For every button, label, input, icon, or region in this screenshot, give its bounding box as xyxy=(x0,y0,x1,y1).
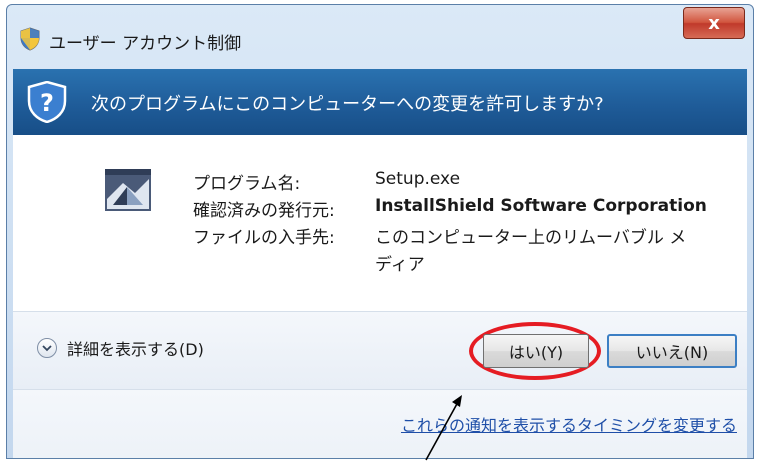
program-icon xyxy=(105,169,151,211)
program-name-label: プログラム名: xyxy=(193,174,301,194)
yes-button[interactable]: はい(Y) xyxy=(483,334,589,368)
chevron-down-icon xyxy=(37,338,57,358)
action-bar: 詳細を表示する(D) はい(Y) いいえ(N) xyxy=(13,311,747,390)
help-shield-icon: ? xyxy=(27,81,67,123)
close-icon: x xyxy=(708,12,720,34)
close-button[interactable]: x xyxy=(683,7,745,39)
program-name-value: Setup.exe xyxy=(375,169,461,189)
no-button[interactable]: いいえ(N) xyxy=(607,334,737,368)
shield-icon xyxy=(20,27,40,51)
svg-text:?: ? xyxy=(40,89,54,117)
publisher-label: 確認済みの発行元: xyxy=(193,201,335,221)
program-info: プログラム名: Setup.exe 確認済みの発行元: InstallShiel… xyxy=(13,135,747,311)
question-text: 次のプログラムにこのコンピューターへの変更を許可しますか? xyxy=(91,94,604,115)
notification-settings-link[interactable]: これらの通知を表示するタイミングを変更する xyxy=(401,412,737,436)
footer: これらの通知を表示するタイミングを変更する xyxy=(13,389,747,458)
window-title: ユーザー アカウント制御 xyxy=(49,34,242,54)
origin-label: ファイルの入手先: xyxy=(193,228,335,248)
uac-dialog: ユーザー アカウント制御 x ? 次のプログラムにこのコンピューターへの変更を許… xyxy=(6,4,754,459)
publisher-value: InstallShield Software Corporation xyxy=(375,196,707,216)
title-bar: ユーザー アカウント制御 x xyxy=(7,5,753,69)
question-banner: ? 次のプログラムにこのコンピューターへの変更を許可しますか? xyxy=(13,69,747,135)
origin-value-line1: このコンピューター上のリムーバブル メ xyxy=(375,228,687,248)
origin-value-line2: ディア xyxy=(375,255,425,275)
show-details-label: 詳細を表示する(D) xyxy=(67,340,204,359)
show-details-toggle[interactable]: 詳細を表示する(D) xyxy=(37,336,204,360)
